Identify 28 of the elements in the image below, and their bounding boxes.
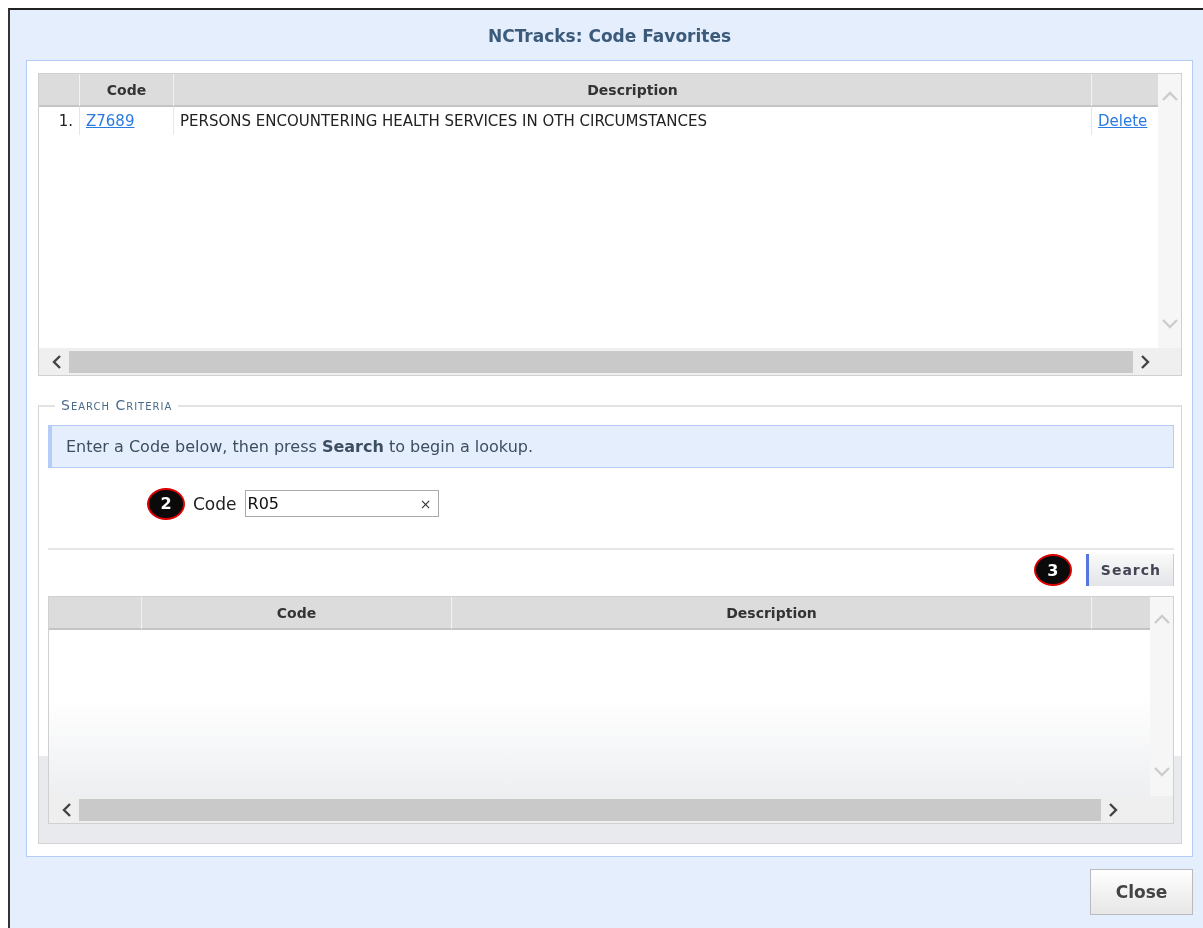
- scroll-left-icon[interactable]: [61, 801, 73, 818]
- scroll-down-icon[interactable]: [1160, 317, 1179, 330]
- scroll-left-icon[interactable]: [51, 353, 63, 370]
- code-link[interactable]: Z7689: [86, 112, 135, 130]
- scroll-right-icon[interactable]: [1139, 353, 1151, 370]
- clear-icon[interactable]: ×: [419, 495, 432, 512]
- row-number: 1.: [57, 111, 74, 132]
- close-button[interactable]: Close: [1090, 869, 1193, 915]
- column-header: Description: [451, 597, 1091, 630]
- column-header: Code: [79, 74, 173, 107]
- info-message: Enter a Code below, then press Search to begin a lookup.: [48, 425, 1174, 468]
- search-button[interactable]: Search: [1085, 554, 1174, 586]
- scrollbar-thumb[interactable]: [69, 350, 1133, 373]
- field-label: Code: [193, 493, 237, 514]
- column-header: Description: [173, 74, 1091, 107]
- column-header: Code: [141, 597, 451, 630]
- callout-number: 2: [147, 487, 185, 520]
- table-cell: PERSONS ENCOUNTERING HEALTH SERVICES IN OTH CIRCUMSTANCES: [173, 107, 1091, 135]
- scroll-down-icon[interactable]: [1152, 765, 1171, 778]
- code-input-field[interactable]: R05 ×: [244, 490, 439, 517]
- callout-number: 3: [1033, 554, 1072, 586]
- delete-link[interactable]: Delete: [1098, 112, 1148, 130]
- scrollbar-thumb[interactable]: [79, 798, 1101, 821]
- scroll-up-icon[interactable]: [1152, 613, 1171, 626]
- scroll-right-icon[interactable]: [1107, 801, 1119, 818]
- window-title: NCTracks: Code Favorites: [486, 25, 733, 48]
- scroll-up-icon[interactable]: [1160, 90, 1179, 103]
- section-legend: Search Criteria: [55, 397, 179, 413]
